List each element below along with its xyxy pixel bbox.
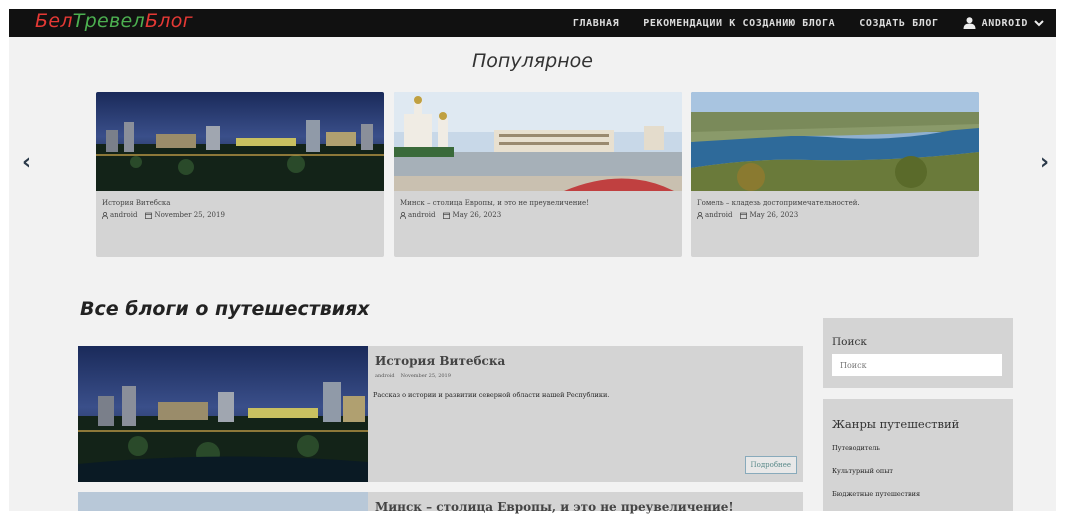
card-title[interactable]: История Витебска xyxy=(102,199,384,207)
genre-item[interactable]: Культурный опыт xyxy=(832,460,1013,483)
blog-post: История Витебска android November 25, 20… xyxy=(78,346,803,482)
card-date-text: November 25, 2019 xyxy=(154,211,225,219)
brand-part-1: Бел xyxy=(35,10,73,32)
user-icon xyxy=(963,17,976,29)
genres-list: Путеводитель Культурный опыт Бюджетные п… xyxy=(823,437,1013,506)
genres-widget: Жанры путешествий Путеводитель Культурны… xyxy=(823,399,1013,511)
card-title[interactable]: Минск – столица Европы, и это не преувел… xyxy=(400,199,682,207)
card-date: November 25, 2019 xyxy=(145,211,225,219)
card-author-name: android xyxy=(705,211,733,219)
post-description: Рассказ о истории и развитии северной об… xyxy=(373,391,610,399)
user-name: ANDROID xyxy=(981,17,1028,29)
card-title[interactable]: Гомель – кладезь достопримечательностей. xyxy=(697,199,979,207)
search-widget-title: Поиск xyxy=(832,336,867,348)
popular-title: Популярное xyxy=(472,50,593,72)
genres-widget-title: Жанры путешествий xyxy=(832,417,960,431)
nav-links: ГЛАВНАЯ РЕКОМЕНДАЦИИ К СОЗДАНИЮ БЛОГА СО… xyxy=(573,9,1044,37)
card-date: May 26, 2023 xyxy=(740,211,798,219)
calendar-icon xyxy=(740,212,748,219)
blog-post: Минск – столица Европы, и это не преувел… xyxy=(78,492,803,514)
user-icon xyxy=(400,211,406,219)
card-meta: android November 25, 2019 xyxy=(102,211,384,219)
post-meta: android November 25, 2019 xyxy=(375,373,451,379)
popular-card[interactable]: История Витебска android November 25, 20… xyxy=(96,92,384,257)
carousel-next-icon[interactable]: › xyxy=(1040,150,1049,175)
post-thumbnail[interactable] xyxy=(78,346,368,482)
brand-part-3: Блог xyxy=(144,10,193,32)
nav-recommendations[interactable]: РЕКОМЕНДАЦИИ К СОЗДАНИЮ БЛОГА xyxy=(643,18,835,29)
card-date-text: May 26, 2023 xyxy=(452,211,502,219)
card-author-name: android xyxy=(408,211,436,219)
carousel-prev-icon[interactable]: ‹ xyxy=(22,150,31,175)
search-input[interactable] xyxy=(832,354,1002,376)
card-author: android xyxy=(102,211,137,219)
user-icon xyxy=(102,211,108,219)
popular-card[interactable]: Гомель – кладезь достопримечательностей.… xyxy=(691,92,979,257)
user-icon xyxy=(697,211,703,219)
card-date-text: May 26, 2023 xyxy=(749,211,799,219)
calendar-icon xyxy=(443,212,451,219)
genre-item[interactable]: Путеводитель xyxy=(832,437,1013,460)
post-thumbnail[interactable] xyxy=(78,492,368,511)
card-meta: android May 26, 2023 xyxy=(697,211,979,219)
post-date: November 25, 2019 xyxy=(400,373,451,379)
chevron-down-icon xyxy=(1034,19,1044,26)
card-author: android xyxy=(400,211,435,219)
post-author: android xyxy=(375,373,395,379)
card-author: android xyxy=(697,211,732,219)
brand-part-2: Тревел xyxy=(72,10,145,32)
post-title[interactable]: Минск – столица Европы, и это не преувел… xyxy=(375,500,734,514)
nav-home[interactable]: ГЛАВНАЯ xyxy=(573,18,619,29)
search-widget: Поиск xyxy=(823,318,1013,388)
card-image-vitebsk xyxy=(96,92,384,191)
card-date: May 26, 2023 xyxy=(443,211,501,219)
read-more-button[interactable]: Подробнее xyxy=(744,456,797,474)
card-meta: android May 26, 2023 xyxy=(400,211,682,219)
user-menu[interactable]: ANDROID xyxy=(963,17,1044,29)
card-author-name: android xyxy=(110,211,138,219)
post-title[interactable]: История Витебска xyxy=(375,354,505,368)
blogs-section-title: Все блоги о путешествиях xyxy=(80,298,370,320)
card-image-minsk xyxy=(394,92,682,191)
brand-logo[interactable]: БелТревелБлог xyxy=(35,10,193,32)
card-image-gomel xyxy=(691,92,979,191)
popular-card[interactable]: Минск – столица Европы, и это не преувел… xyxy=(394,92,682,257)
genre-item[interactable]: Бюджетные путешествия xyxy=(832,483,1013,506)
calendar-icon xyxy=(145,212,153,219)
nav-create-blog[interactable]: СОЗДАТЬ БЛОГ xyxy=(859,18,938,29)
top-navbar: БелТревелБлог ГЛАВНАЯ РЕКОМЕНДАЦИИ К СОЗ… xyxy=(9,9,1056,37)
